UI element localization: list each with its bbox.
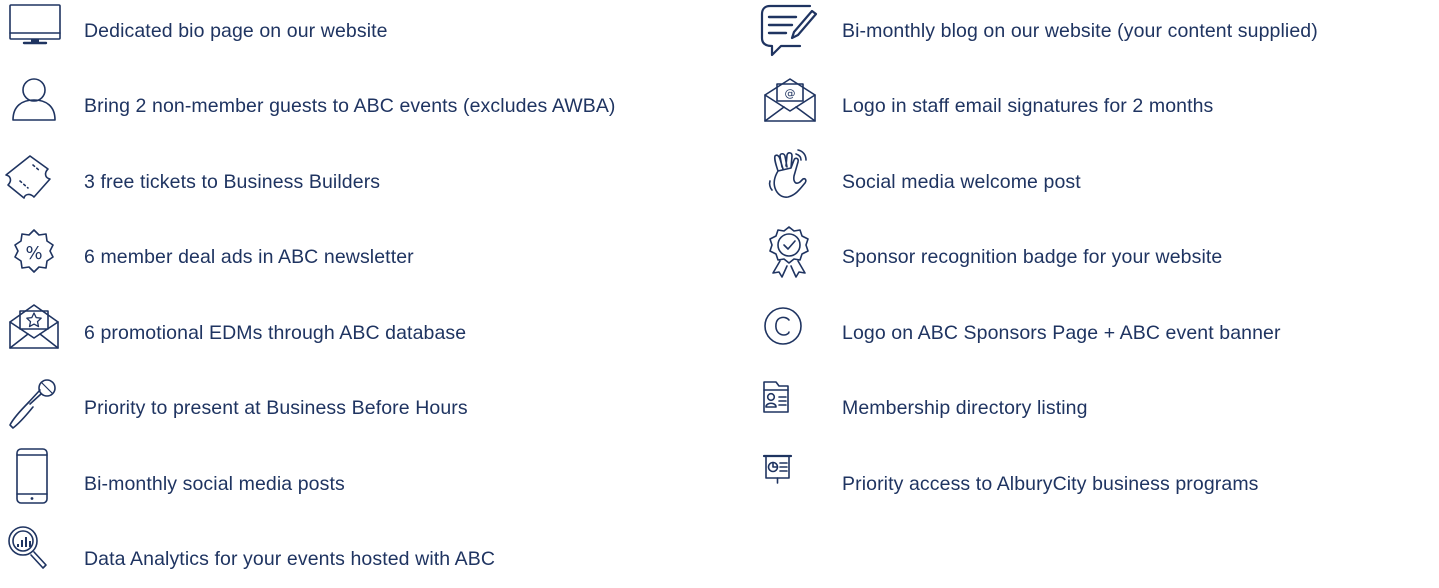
list-item-label: Priority to present at Business Before H… (84, 397, 468, 419)
list-item-label: Priority access to AlburyCity business p… (842, 473, 1259, 495)
smartphone-icon (0, 448, 64, 513)
list-item-label: 6 promotional EDMs through ABC database (84, 322, 467, 344)
list-item: Membership directory listing (758, 377, 1439, 437)
discount-badge-icon: % (0, 226, 64, 286)
presentation-board-icon (758, 453, 822, 513)
directory-folder-icon (758, 377, 822, 437)
list-item-label: Sponsor recognition badge for your websi… (842, 246, 1223, 268)
list-item: Bi-monthly social media posts (0, 448, 740, 513)
list-item: Bi-monthly blog on our website (your con… (758, 0, 1439, 60)
list-item-label: Data Analytics for your events hosted wi… (84, 548, 496, 570)
envelope-star-icon (0, 302, 64, 362)
email-at-icon: @ (758, 75, 822, 135)
list-item-label: Dedicated bio page on our website (84, 20, 388, 42)
list-item: Social media welcome post (758, 149, 1439, 211)
list-item: Sponsor recognition badge for your websi… (758, 226, 1439, 286)
list-item-label: Bi-monthly blog on our website (your con… (842, 20, 1318, 42)
list-item: Priority access to AlburyCity business p… (758, 453, 1439, 513)
list-item-label: Bi-monthly social media posts (84, 473, 345, 495)
list-item-label: Logo on ABC Sponsors Page + ABC event ba… (842, 322, 1281, 344)
document-pen-icon (758, 0, 822, 60)
list-item-label: Bring 2 non-member guests to ABC events … (84, 95, 616, 117)
list-item: @ Logo in staff email signatures for 2 m… (758, 75, 1439, 135)
list-item: Dedicated bio page on our website (0, 0, 740, 60)
list-item: 3 free tickets to Business Builders (0, 151, 740, 211)
list-item-label: 3 free tickets to Business Builders (84, 171, 381, 193)
analytics-magnifier-icon (0, 526, 64, 588)
award-badge-icon (758, 226, 822, 286)
list-item-label: 6 member deal ads in ABC newsletter (84, 246, 414, 268)
list-item-label: Logo in staff email signatures for 2 mon… (842, 95, 1214, 117)
list-item: Logo on ABC Sponsors Page + ABC event ba… (758, 302, 1439, 362)
list-item-label: Social media welcome post (842, 171, 1081, 193)
list-item: Bring 2 non-member guests to ABC events … (0, 75, 740, 135)
svg-text:%: % (25, 243, 42, 264)
svg-text:@: @ (785, 87, 796, 100)
list-item-label: Membership directory listing (842, 397, 1088, 419)
ticket-icon (0, 151, 64, 211)
list-item: % 6 member deal ads in ABC newsletter (0, 226, 740, 286)
copyright-icon (758, 302, 822, 362)
list-item: Priority to present at Business Before H… (0, 377, 740, 437)
list-item: Data Analytics for your events hosted wi… (0, 526, 740, 588)
monitor-icon (0, 0, 64, 60)
microphone-icon (0, 377, 64, 437)
person-icon (0, 75, 64, 135)
waving-hand-icon (758, 149, 822, 211)
list-item: 6 promotional EDMs through ABC database (0, 302, 740, 362)
